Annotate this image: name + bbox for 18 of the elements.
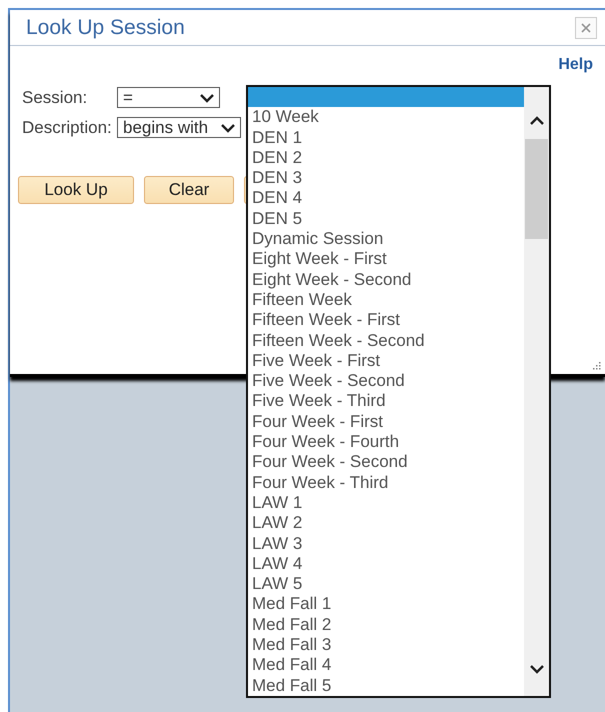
clear-button[interactable]: Clear [144,176,234,204]
scroll-down-icon[interactable] [528,664,544,674]
help-link[interactable]: Help [558,56,593,74]
chevron-down-icon[interactable] [220,122,236,132]
operator-select[interactable]: = [117,87,220,108]
operator-select[interactable]: begins with [117,117,241,138]
field-label: Session: [22,88,88,108]
field-label: Description: [22,118,113,138]
scrollbar[interactable] [524,87,549,696]
close-icon[interactable] [581,22,591,32]
resize-grip-icon[interactable] [591,360,601,370]
dialog-title: Look Up Session [26,16,185,40]
scroll-up-icon[interactable] [528,115,544,125]
close-button[interactable] [575,16,597,38]
dropdown-option[interactable] [248,87,524,108]
scrollbar-thumb[interactable] [525,139,548,239]
chevron-down-icon[interactable] [199,92,215,102]
look-up-button[interactable]: Look Up [18,176,134,204]
